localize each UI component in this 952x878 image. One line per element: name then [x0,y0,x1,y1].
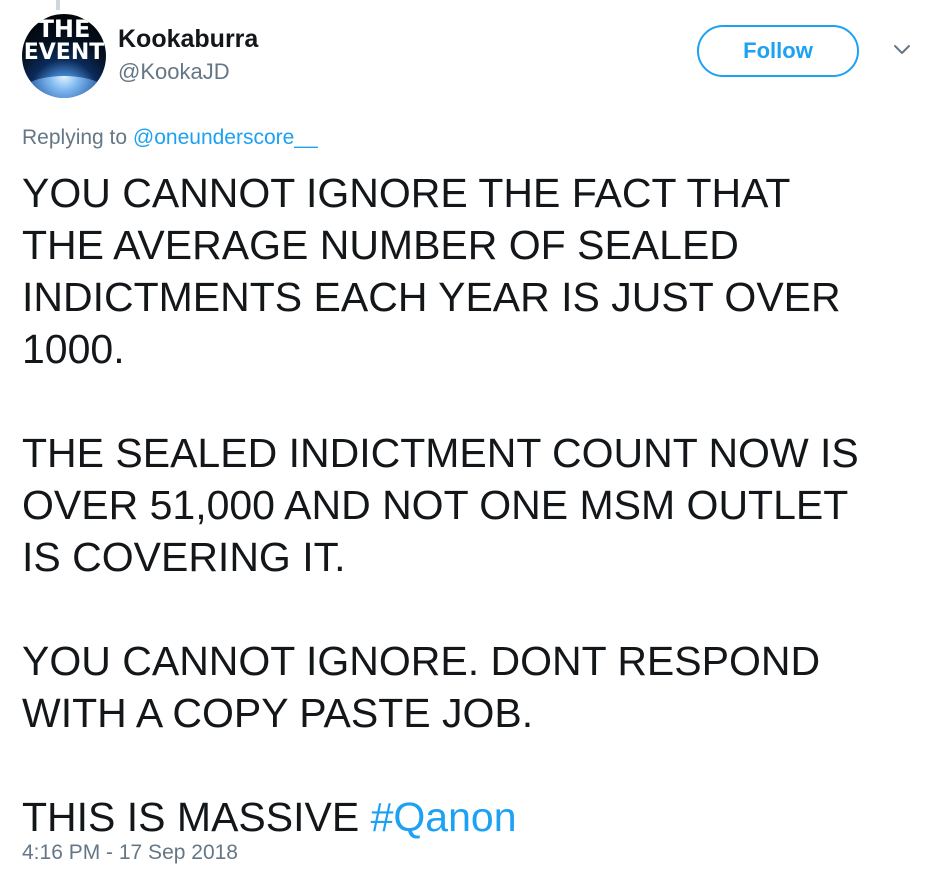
hashtag-link[interactable]: #Qanon [371,794,517,840]
tweet-card: THE EVENT Kookaburra @KookaJD Follow Rep… [0,0,952,878]
reply-mention-link[interactable]: @oneunderscore__ [133,126,318,149]
tweet-paragraph-last: THIS IS MASSIVE #Qanon [22,791,932,843]
author-handle[interactable]: @KookaJD [118,58,230,86]
tweet-text: YOU CANNOT IGNORE THE FACT THAT THE AVER… [22,167,932,843]
thread-connector-line [56,0,60,10]
tweet-timestamp[interactable]: 4:16 PM - 17 Sep 2018 [22,839,238,867]
reply-context: Replying to @oneunderscore__ [22,124,318,152]
follow-button[interactable]: Follow [697,25,859,77]
avatar-earth-graphic [22,76,106,98]
tweet-paragraph: YOU CANNOT IGNORE THE FACT THAT THE AVER… [22,170,841,372]
tweet-paragraph: YOU CANNOT IGNORE. DONT RESPOND WITH A C… [22,638,821,736]
avatar-text-the: THE [37,15,91,43]
avatar-text-event: EVENT [23,40,105,65]
author-display-name[interactable]: Kookaburra [118,24,258,54]
chevron-down-icon[interactable] [889,40,915,60]
tweet-paragraph: THE SEALED INDICTMENT COUNT NOW IS OVER … [22,430,859,580]
tweet-last-line-text: THIS IS MASSIVE [22,794,371,840]
reply-prefix: Replying to [22,126,133,149]
avatar[interactable]: THE EVENT [22,14,106,98]
